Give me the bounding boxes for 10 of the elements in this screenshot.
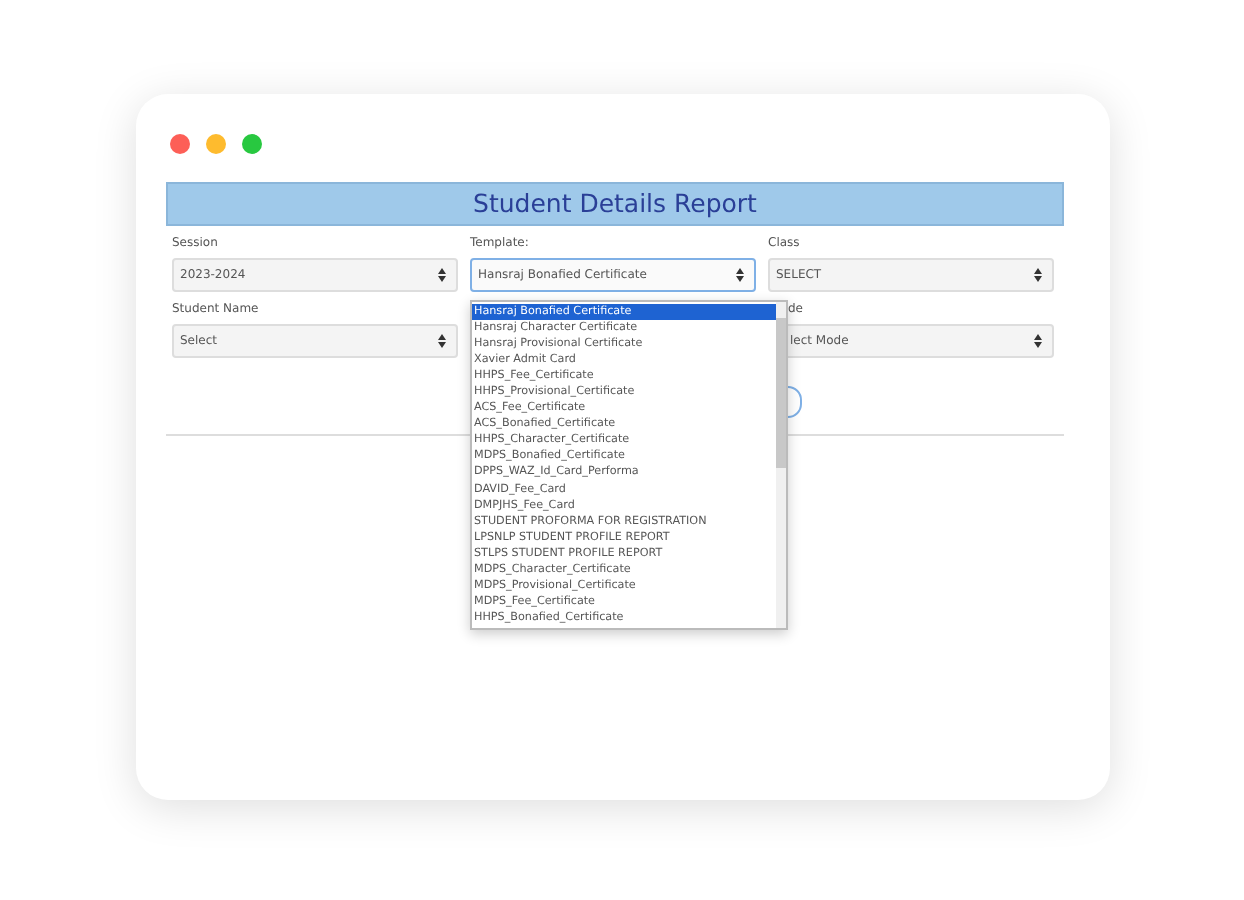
sort-arrows-icon: [736, 268, 744, 282]
sort-arrows-icon: [438, 268, 446, 282]
sort-arrows-icon: [1034, 334, 1042, 348]
sort-arrows-icon: [1034, 268, 1042, 282]
sort-arrows-icon: [438, 334, 446, 348]
scrollbar[interactable]: [776, 302, 786, 628]
minimize-dot[interactable]: [206, 134, 226, 154]
report-title: Student Details Report: [166, 182, 1064, 226]
maximize-dot[interactable]: [242, 134, 262, 154]
close-dot[interactable]: [170, 134, 190, 154]
